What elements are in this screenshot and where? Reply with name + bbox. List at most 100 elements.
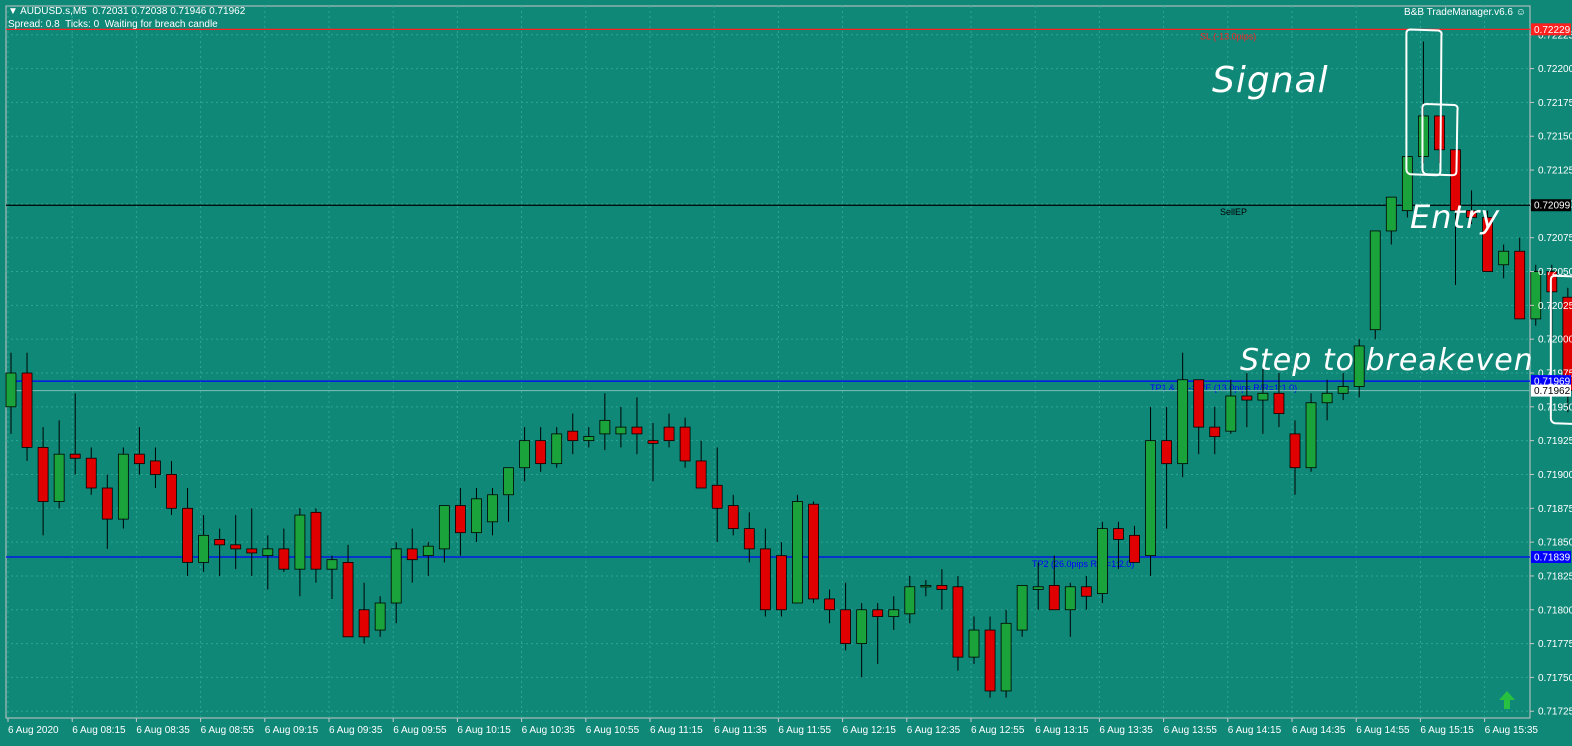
y-tick-label: 0.71900 <box>1538 470 1572 481</box>
x-tick-label: 6 Aug 10:55 <box>586 725 640 736</box>
candle-body <box>471 498 482 534</box>
candle-body <box>1193 379 1205 428</box>
candle-body <box>1113 528 1124 540</box>
y-tick-label: 0.71750 <box>1538 673 1572 684</box>
price-chart[interactable]: SL (-13.0pips) SellEP TP1 & SL->B/E (13.0p… <box>0 0 1572 746</box>
candle-body <box>920 585 932 588</box>
candle-body <box>1273 392 1285 414</box>
candle-body <box>599 419 611 435</box>
candle-body <box>37 447 49 502</box>
candle-body <box>53 453 65 502</box>
candle-body <box>503 467 514 496</box>
chart-info: ▼ AUDUSD.s,M5 0.72031 0.72038 0.71946 0.… <box>8 5 245 31</box>
candle-body <box>1032 586 1044 590</box>
candle-body <box>1369 230 1381 331</box>
candle-body <box>390 548 402 604</box>
x-tick-label: 6 Aug 14:55 <box>1356 725 1410 736</box>
candle-body <box>117 453 129 520</box>
x-tick-label: 6 Aug 14:35 <box>1292 725 1346 736</box>
candle-body <box>695 460 707 489</box>
candle-body <box>1514 250 1526 320</box>
candle-body <box>214 539 226 546</box>
bid-tag-text: 0.71962 <box>1534 386 1571 397</box>
x-tick-label: 6 Aug 09:55 <box>393 725 447 736</box>
y-tick-label: 0.71850 <box>1538 538 1572 549</box>
x-tick-label: 6 Aug 14:15 <box>1228 725 1282 736</box>
candle-body <box>1498 250 1510 266</box>
x-tick-label: 6 Aug 11:35 <box>714 725 767 736</box>
candle-body <box>615 426 627 435</box>
x-tick-label: 6 Aug 09:15 <box>265 725 319 736</box>
y-tick-label: 0.71925 <box>1538 436 1572 447</box>
candle-body <box>358 609 370 638</box>
candle-body <box>1337 386 1349 394</box>
x-tick-label: 6 Aug 12:55 <box>971 725 1025 736</box>
candle-body <box>856 609 868 644</box>
candle-body <box>230 544 242 550</box>
x-tick-label: 6 Aug 13:55 <box>1164 725 1218 736</box>
candle-body <box>759 548 771 611</box>
candle-body <box>278 548 290 570</box>
candle-body <box>888 609 900 617</box>
candle-body <box>936 585 948 590</box>
candle-body <box>1321 392 1333 404</box>
candle-body <box>198 534 210 563</box>
candle-body <box>1385 196 1397 232</box>
candle-body <box>792 501 803 604</box>
candle-body <box>551 433 563 465</box>
candle-body <box>1080 586 1092 597</box>
candle-body <box>1241 395 1253 401</box>
candle-body <box>1434 115 1445 151</box>
arrow-up-icon[interactable] <box>1497 690 1517 710</box>
candle-body <box>1000 622 1012 692</box>
annotation-text: Signal <box>1212 60 1329 101</box>
candle-body <box>583 436 595 442</box>
candle-body <box>21 372 33 448</box>
candle-body <box>824 598 835 611</box>
candle-body <box>1161 440 1172 465</box>
candle-body <box>1305 402 1317 469</box>
candle-body <box>262 548 274 557</box>
y-tick-label: 0.72075 <box>1538 233 1572 244</box>
smiley-icon[interactable]: ☺ <box>1516 7 1526 18</box>
candle-body <box>454 505 466 534</box>
x-tick-label: 6 Aug 15:35 <box>1485 725 1539 736</box>
candle-body <box>647 440 659 444</box>
x-tick-label: 6 Aug 11:15 <box>650 725 703 736</box>
x-tick-label: 6 Aug 08:35 <box>136 725 190 736</box>
annotation-text: Step to breakeven <box>1240 343 1534 378</box>
level-label-sellep: SellEP <box>1220 207 1247 217</box>
candle-body <box>487 494 498 523</box>
x-tick-label: 6 Aug 08:55 <box>201 725 255 736</box>
candle-body <box>1129 534 1140 563</box>
candle-body <box>1016 585 1028 631</box>
x-tick-label: 6 Aug 2020 <box>8 725 59 736</box>
candle-body <box>150 460 161 475</box>
candle-body <box>663 426 675 442</box>
candle-body <box>1064 586 1076 611</box>
candle-body <box>246 548 258 554</box>
y-tick-label: 0.71825 <box>1538 571 1572 582</box>
y-tick-label: 0.71950 <box>1538 402 1572 413</box>
y-tick-label: 0.72000 <box>1538 335 1572 346</box>
candle-body <box>1097 528 1108 594</box>
candle-body <box>631 426 643 435</box>
candle-body <box>840 609 851 644</box>
price-tag-text-sl: 0.72229 <box>1534 25 1571 36</box>
candle-body <box>519 440 530 469</box>
candle-body <box>567 430 579 442</box>
price-tag-text-sellep: 0.72099 <box>1534 201 1571 212</box>
candle-body <box>984 629 996 692</box>
annotation-text: Entry <box>1410 198 1500 236</box>
candle-body <box>872 609 884 617</box>
trade-manager-label: B&B TradeManager.v6.6 ☺ <box>1404 7 1526 18</box>
candle-body <box>743 528 755 550</box>
candle-body <box>1048 585 1060 611</box>
candle-body <box>69 453 81 459</box>
candle-body <box>342 562 354 638</box>
y-tick-label: 0.72125 <box>1538 166 1572 177</box>
candle-body <box>776 555 787 611</box>
x-tick-label: 6 Aug 15:15 <box>1420 725 1474 736</box>
candle-body <box>101 487 113 520</box>
x-tick-label: 6 Aug 10:15 <box>457 725 511 736</box>
